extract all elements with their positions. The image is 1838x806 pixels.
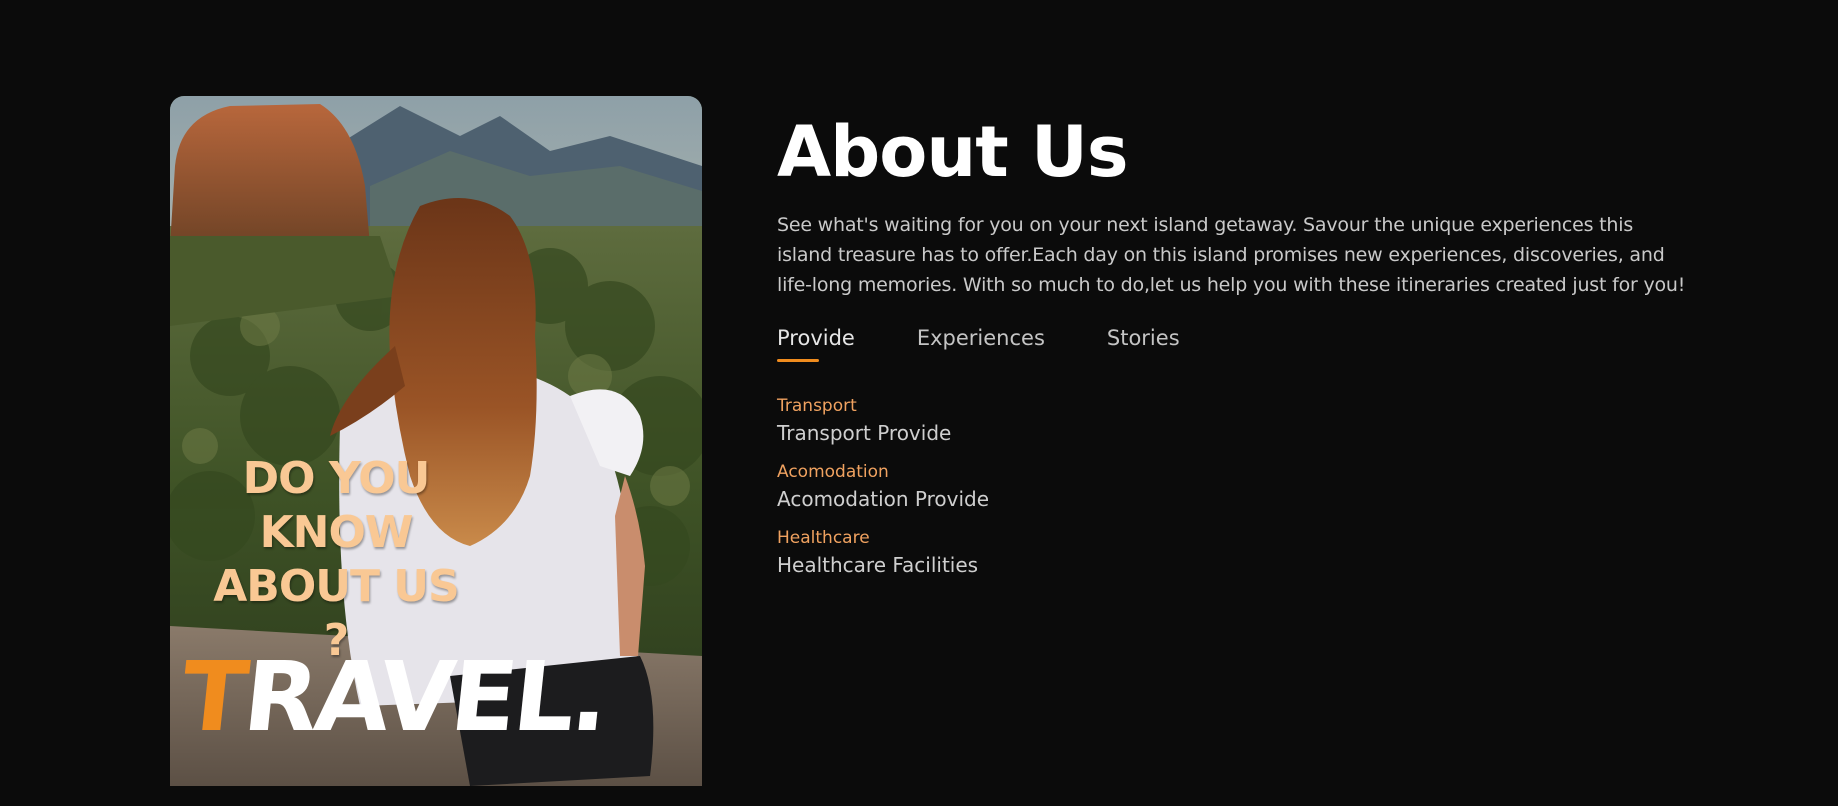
tab-experiences[interactable]: Experiences [917, 326, 1045, 362]
poster-brand-wordmark: TRAVEL. [176, 641, 612, 753]
page-title: About Us [777, 111, 1129, 193]
list-item: Acomodation Acomodation Provide [777, 460, 1697, 514]
poster-question-line: DO YOU [242, 453, 431, 504]
tab-stories[interactable]: Stories [1107, 326, 1180, 362]
provide-item-title: Healthcare [777, 528, 870, 548]
poster-question-text: DO YOU KNOW ABOUT US ? [196, 452, 476, 668]
provide-item-description: Healthcare Facilities [777, 553, 979, 577]
about-page: DO YOU KNOW ABOUT US ? TRAVEL. About Us … [0, 0, 1838, 806]
provide-list: Transport Transport Provide Acomodation … [777, 394, 1697, 580]
about-tabs: Provide Experiences Stories [777, 326, 1697, 362]
brand-rest: RAVEL. [238, 641, 612, 753]
list-item: Healthcare Healthcare Facilities [777, 526, 1697, 580]
poster-question-line: KNOW [259, 507, 414, 558]
provide-item-title: Acomodation [777, 462, 889, 482]
intro-paragraph: See what's waiting for you on your next … [777, 214, 1686, 296]
travel-poster-image: DO YOU KNOW ABOUT US ? TRAVEL. [170, 96, 702, 786]
provide-item-description: Acomodation Provide [777, 487, 990, 511]
provide-item-description: Transport Provide [777, 421, 952, 445]
about-content: About Us See what's waiting for you on y… [777, 100, 1697, 592]
provide-item-title: Transport [777, 396, 857, 416]
list-item: Transport Transport Provide [777, 394, 1697, 448]
tab-provide[interactable]: Provide [777, 326, 855, 362]
